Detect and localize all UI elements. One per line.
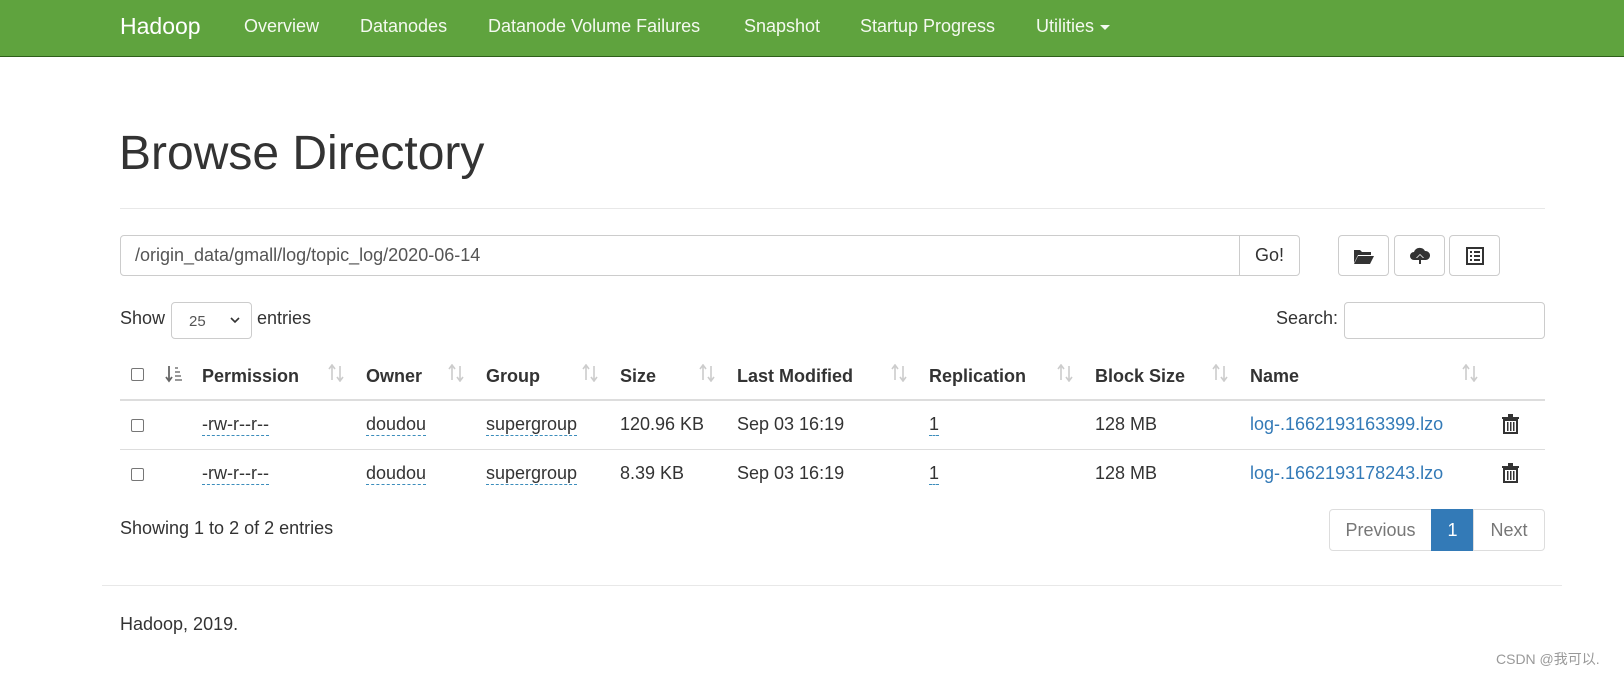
previous-page-button[interactable]: Previous: [1329, 509, 1432, 551]
caret-down-icon: [1100, 24, 1111, 30]
owner-cell[interactable]: doudou: [366, 414, 427, 436]
cloud-upload-icon: [1409, 247, 1430, 264]
owner-cell[interactable]: doudou: [366, 463, 427, 485]
sort-both-icon[interactable]: [1462, 364, 1478, 382]
block-size-cell: 128 MB: [1095, 414, 1158, 434]
row-checkbox[interactable]: [131, 419, 144, 432]
permission-cell[interactable]: -rw-r--r--: [202, 463, 269, 485]
group-cell[interactable]: supergroup: [486, 463, 578, 485]
replication-cell[interactable]: 1: [929, 414, 940, 436]
nav-datanodes[interactable]: Datanodes: [360, 16, 447, 37]
sort-both-icon[interactable]: [1212, 364, 1228, 382]
table-header-row: Permission Owner Group Size Last Modifie…: [120, 350, 1545, 401]
trash-icon[interactable]: [1502, 463, 1519, 483]
nav-snapshot[interactable]: Snapshot: [744, 16, 820, 37]
list-alt-icon: [1465, 246, 1484, 265]
go-button[interactable]: Go!: [1239, 235, 1300, 276]
permission-cell[interactable]: -rw-r--r--: [202, 414, 269, 436]
last-modified-cell: Sep 03 16:19: [737, 463, 845, 483]
show-label: Show: [120, 308, 166, 328]
folder-open-icon: [1353, 249, 1374, 264]
chevron-down-icon: [230, 317, 240, 324]
column-header-name[interactable]: Name: [1250, 366, 1299, 387]
top-navbar: Hadoop Overview Datanodes Datanode Volum…: [0, 0, 1624, 57]
row-checkbox[interactable]: [131, 468, 144, 481]
block-size-cell: 128 MB: [1095, 463, 1158, 483]
column-header-group[interactable]: Group: [486, 366, 540, 387]
nav-utilities-label: Utilities: [1036, 16, 1095, 36]
size-cell: 8.39 KB: [620, 463, 685, 483]
sort-both-icon[interactable]: [699, 364, 715, 382]
sort-ascending-icon[interactable]: [165, 365, 183, 383]
table-row: -rw-r--r-- doudou supergroup 8.39 KB Sep…: [120, 450, 1545, 499]
entries-per-page-select[interactable]: 25: [171, 302, 252, 339]
sort-both-icon[interactable]: [891, 364, 907, 382]
title-divider: [120, 208, 1545, 209]
column-header-block-size[interactable]: Block Size: [1095, 366, 1185, 387]
entries-selected-value: 25: [189, 313, 206, 330]
search-input[interactable]: [1344, 302, 1545, 339]
column-header-permission[interactable]: Permission: [202, 366, 299, 387]
file-name-link[interactable]: log-.1662193178243.lzo: [1250, 463, 1443, 484]
trash-icon[interactable]: [1502, 414, 1519, 434]
nav-overview[interactable]: Overview: [244, 16, 319, 37]
upload-file-button[interactable]: [1394, 235, 1445, 276]
nav-datanode-volume-failures[interactable]: Datanode Volume Failures: [488, 16, 700, 37]
file-name-link[interactable]: log-.1662193163399.lzo: [1250, 414, 1443, 435]
nav-startup-progress[interactable]: Startup Progress: [860, 16, 995, 37]
cut-paste-button[interactable]: [1449, 235, 1500, 276]
create-directory-button[interactable]: [1338, 235, 1389, 276]
column-header-last-modified[interactable]: Last Modified: [737, 366, 853, 387]
search-label: Search:: [1276, 308, 1339, 328]
table-info: Showing 1 to 2 of 2 entries: [120, 518, 334, 538]
sort-both-icon[interactable]: [1057, 364, 1073, 382]
nav-utilities-dropdown[interactable]: Utilities: [1036, 16, 1111, 37]
sort-both-icon[interactable]: [328, 364, 344, 382]
select-all-checkbox[interactable]: [131, 368, 144, 381]
size-cell: 120.96 KB: [620, 414, 705, 434]
watermark-text: CSDN @我可以.: [1496, 651, 1600, 667]
sort-both-icon[interactable]: [448, 364, 464, 382]
footer-divider: [102, 585, 1562, 586]
column-header-size[interactable]: Size: [620, 366, 656, 387]
footer-text: Hadoop, 2019.: [120, 614, 239, 634]
next-page-button[interactable]: Next: [1473, 509, 1545, 551]
table-row: -rw-r--r-- doudou supergroup 120.96 KB S…: [120, 401, 1545, 450]
last-modified-cell: Sep 03 16:19: [737, 414, 845, 434]
page-1-button[interactable]: 1: [1431, 509, 1474, 551]
directory-path-input[interactable]: /origin_data/gmall/log/topic_log/2020-06…: [120, 235, 1240, 276]
column-header-replication[interactable]: Replication: [929, 366, 1026, 387]
brand-link[interactable]: Hadoop: [120, 13, 201, 40]
page-title: Browse Directory: [119, 127, 485, 180]
column-header-owner[interactable]: Owner: [366, 366, 422, 387]
replication-cell[interactable]: 1: [929, 463, 940, 485]
entries-label: entries: [257, 308, 312, 328]
sort-both-icon[interactable]: [582, 364, 598, 382]
group-cell[interactable]: supergroup: [486, 414, 578, 436]
